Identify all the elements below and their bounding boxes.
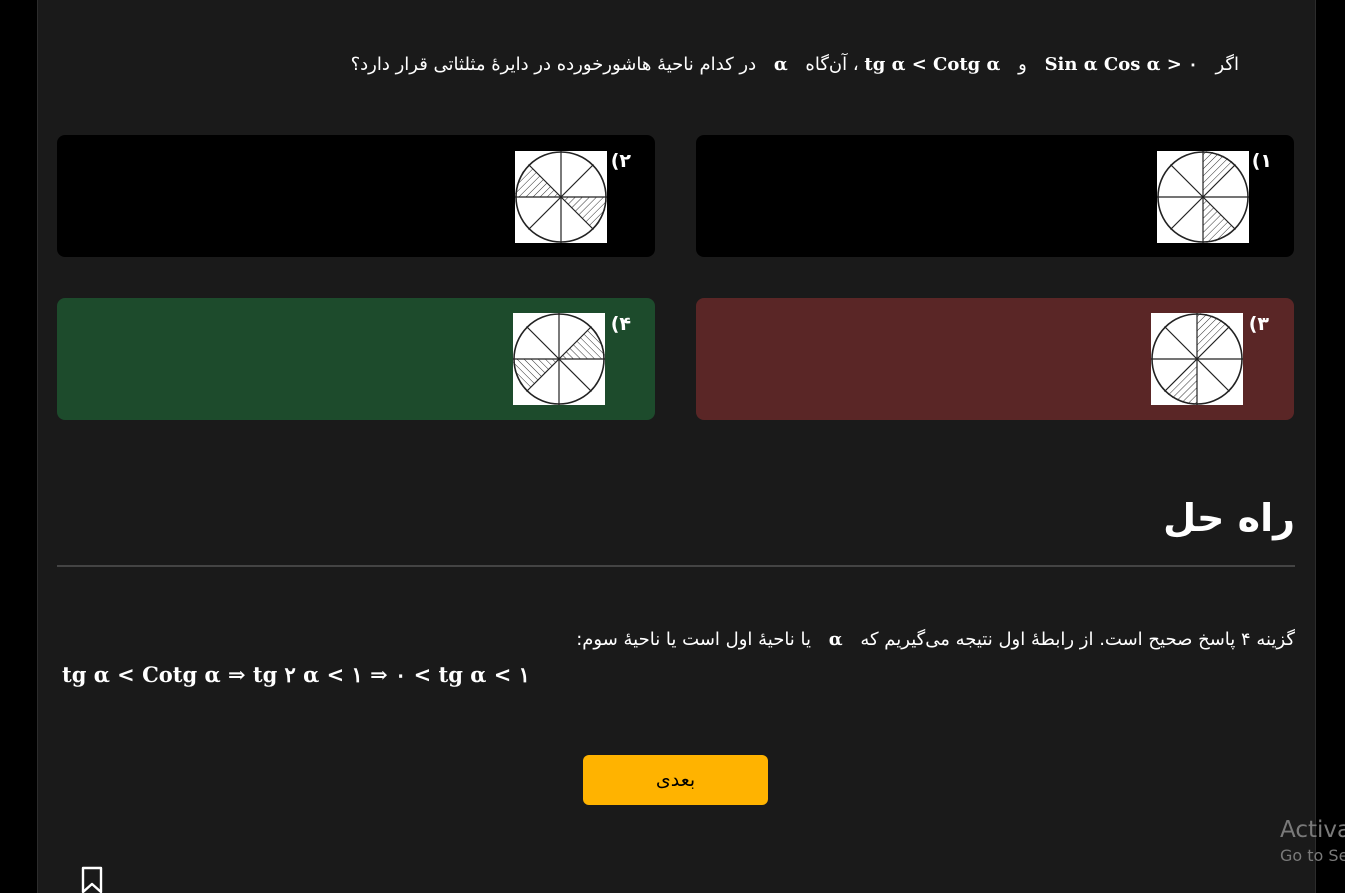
question-suffix: در کدام ناحیهٔ هاشورخورده در دایرهٔ مثلث… <box>350 54 757 75</box>
question-middle: ، آن‌گاه <box>805 54 859 75</box>
option-1[interactable]: ۱) <box>696 135 1294 257</box>
option-4-number: ۴) <box>610 313 631 335</box>
next-button[interactable]: بعدی <box>583 755 768 805</box>
question-text: اگر Sin α Cos α > ۰ و tg α < Cotg α ، آن… <box>351 54 1239 75</box>
solution-title: راه حل <box>1163 496 1295 540</box>
option-1-circle-diagram <box>1157 151 1249 243</box>
question-alpha: α <box>773 54 788 75</box>
option-4[interactable]: ۴) <box>57 298 655 420</box>
solution-text-part1: گزینه ۴ پاسخ صحیح است. از رابطهٔ اول نتی… <box>860 629 1295 650</box>
divider <box>57 565 1295 567</box>
question-prefix: اگر <box>1215 54 1239 75</box>
option-4-circle-diagram <box>513 313 605 405</box>
solution-text-part2: یا ناحیهٔ اول است یا ناحیهٔ سوم: <box>576 629 812 650</box>
windows-activation-watermark: Activa Go to Se <box>1280 817 1345 865</box>
option-3[interactable]: ۳) <box>696 298 1294 420</box>
question-condition-1: Sin α Cos α > ۰ <box>1044 54 1198 75</box>
watermark-line-2: Go to Se <box>1280 846 1345 865</box>
option-2-number: ۲) <box>610 150 631 172</box>
watermark-line-1: Activa <box>1280 817 1345 843</box>
bookmark-icon[interactable] <box>80 866 104 893</box>
option-2-circle-diagram <box>515 151 607 243</box>
option-2[interactable]: ۲) <box>57 135 655 257</box>
question-condition-2: tg α < Cotg α <box>864 54 1001 75</box>
solution-alpha: α <box>828 629 843 650</box>
option-3-circle-diagram <box>1151 313 1243 405</box>
question-and: و <box>1018 54 1027 75</box>
solution-text: گزینه ۴ پاسخ صحیح است. از رابطهٔ اول نتی… <box>576 629 1295 650</box>
solution-formula: tg α < Cotg α ⇒ tg ۲ α < ۱ ⇒ ۰ < tg α < … <box>62 662 530 687</box>
option-3-number: ۳) <box>1248 313 1269 335</box>
option-1-number: ۱) <box>1251 150 1272 172</box>
